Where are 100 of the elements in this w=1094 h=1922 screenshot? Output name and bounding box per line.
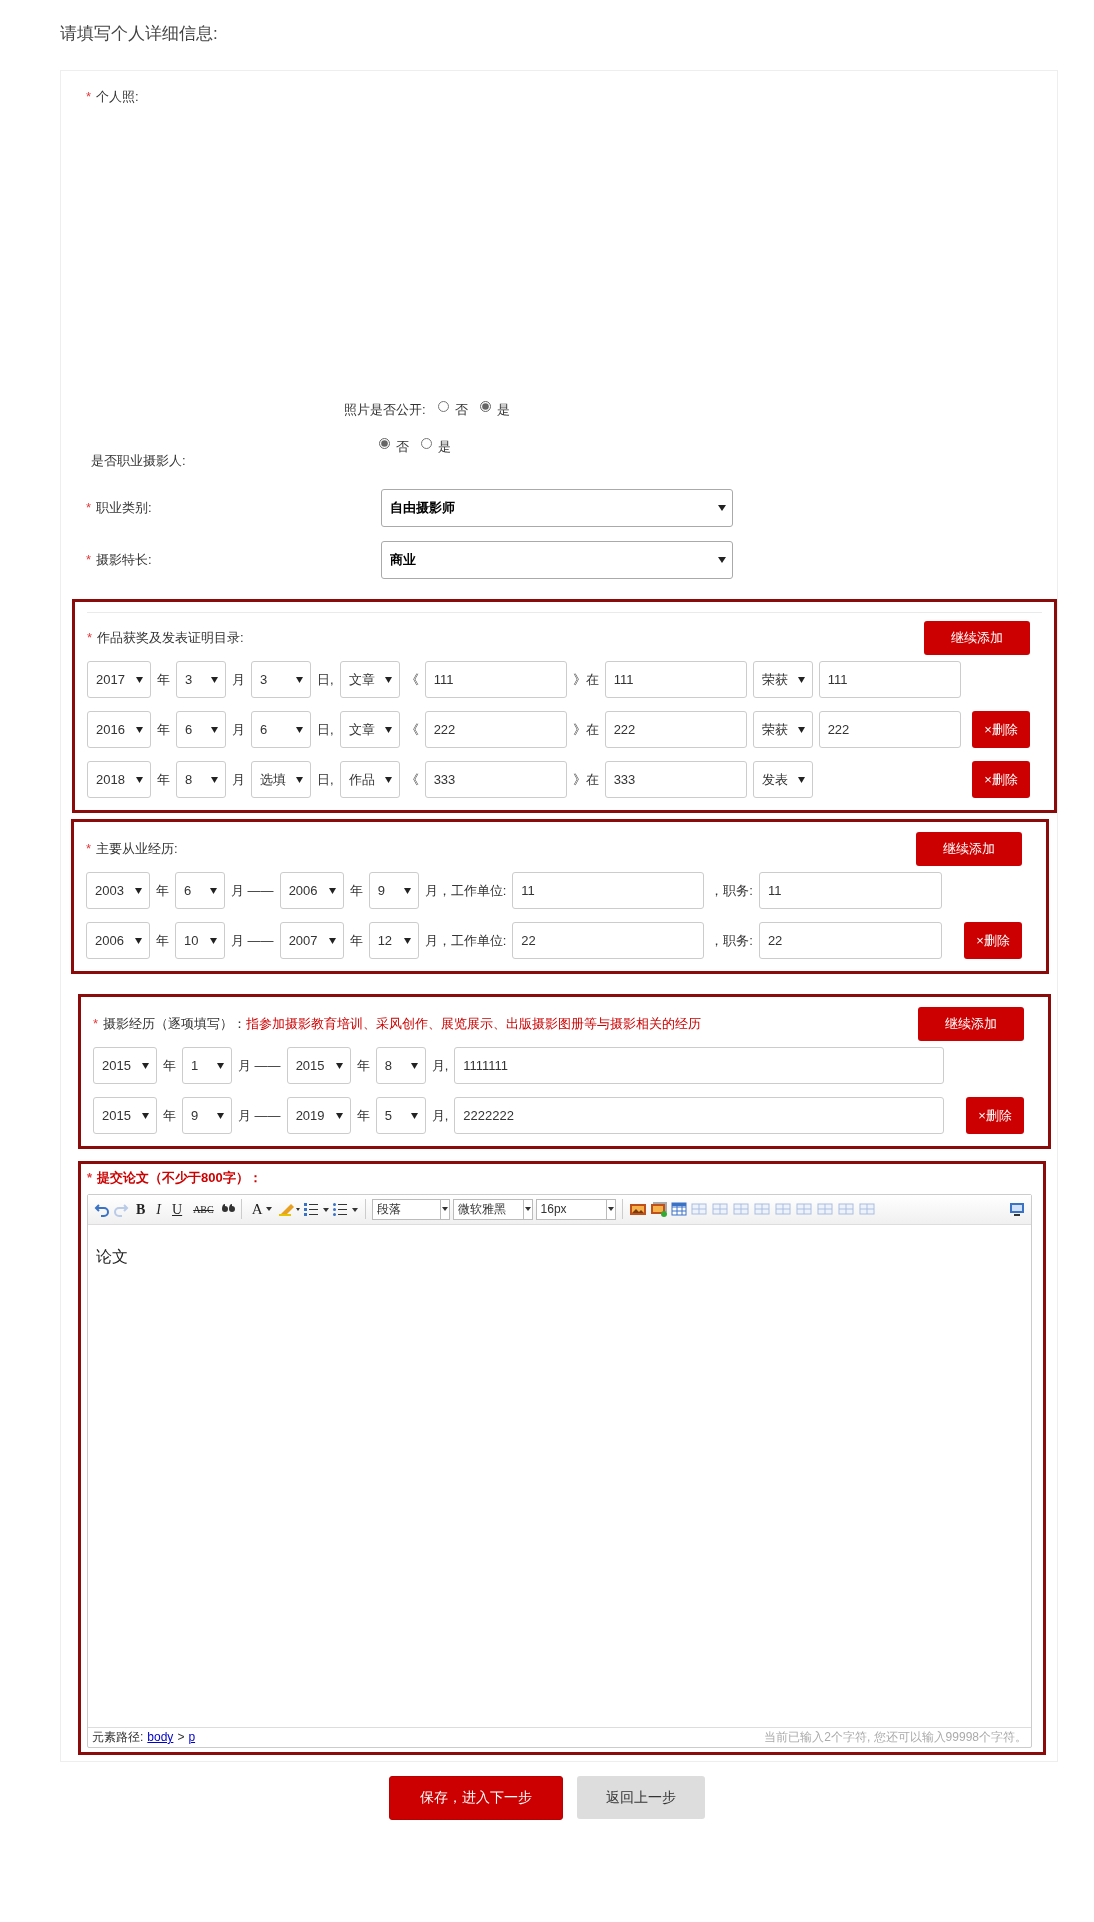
input-field[interactable]: 22 — [512, 922, 705, 959]
field-label: 年 — [157, 770, 170, 789]
format-button[interactable]: I — [152, 1198, 165, 1220]
dropdown[interactable]: 商业 — [381, 541, 733, 579]
delete-button[interactable]: ×删除 — [964, 922, 1022, 959]
add-button[interactable]: 继续添加 — [916, 832, 1022, 866]
field-label: 职业类别: — [96, 500, 152, 516]
field-label: 是否职业摄影人: — [91, 453, 186, 468]
required-asterisk: * — [86, 841, 92, 857]
input-field[interactable]: 1111111 — [454, 1047, 945, 1084]
add-button[interactable]: 继续添加 — [924, 621, 1030, 655]
radio-button[interactable] — [421, 438, 432, 450]
input-field[interactable]: 11 — [758, 872, 942, 909]
dropdown[interactable]: 8 — [176, 761, 226, 798]
format-button[interactable]: U — [168, 1198, 187, 1220]
required-asterisk: * — [86, 88, 92, 106]
dropdown[interactable]: 2007 — [279, 922, 344, 959]
dropdown[interactable]: 作品 — [339, 761, 400, 798]
bullet-list-icon[interactable] — [332, 1202, 359, 1216]
dropdown[interactable]: 8 — [375, 1047, 426, 1084]
toolbar-dropdown[interactable]: 16px — [535, 1198, 616, 1220]
dropdown[interactable]: 发表 — [752, 761, 813, 798]
character-counter: 当前已输入2个字符, 您还可以输入99998个字符。 — [764, 1729, 1027, 1746]
input-field[interactable]: 222 — [604, 711, 747, 748]
field-label: 》在 — [572, 770, 599, 789]
input-field[interactable]: 2222222 — [454, 1097, 945, 1134]
page-heading: 请填写个人详细信息: — [59, 23, 219, 45]
input-field[interactable]: 111 — [424, 661, 567, 698]
input-field[interactable]: 222 — [818, 711, 961, 748]
required-asterisk: * — [86, 552, 92, 568]
dropdown[interactable]: 选填 — [251, 761, 311, 798]
delete-button[interactable]: ×删除 — [966, 1097, 1024, 1134]
dropdown[interactable]: 1 — [182, 1047, 232, 1084]
dropdown[interactable]: 9 — [368, 872, 419, 909]
back-button[interactable]: 返回上一步 — [577, 1775, 705, 1819]
quote-icon[interactable] — [220, 1203, 235, 1215]
image-gallery-icon[interactable] — [649, 1201, 668, 1217]
input-field[interactable]: 111 — [818, 661, 961, 698]
input-field[interactable]: 333 — [424, 761, 567, 798]
dropdown[interactable]: 文章 — [339, 661, 400, 698]
radio-button[interactable] — [379, 438, 390, 450]
dropdown[interactable]: 2006 — [279, 872, 344, 909]
add-button[interactable]: 继续添加 — [918, 1007, 1024, 1041]
option-label: 是 — [496, 400, 510, 419]
dropdown[interactable]: 荣获 — [752, 661, 813, 698]
dropdown[interactable]: 10 — [175, 922, 225, 959]
dropdown[interactable]: 2018 — [87, 761, 151, 798]
dropdown[interactable]: 2019 — [286, 1097, 351, 1134]
field-label: ，职务: — [710, 881, 753, 900]
format-button[interactable]: B — [132, 1198, 150, 1220]
path-link[interactable]: body — [147, 1728, 174, 1746]
dropdown[interactable]: 2015 — [286, 1047, 351, 1084]
field-label: 月 —— — [238, 1106, 281, 1125]
image-icon[interactable] — [628, 1202, 647, 1216]
input-field[interactable]: 111 — [604, 661, 747, 698]
field-label: 月 —— — [238, 1056, 281, 1075]
numbered-list-icon[interactable] — [303, 1202, 330, 1216]
path-link[interactable]: p — [188, 1728, 196, 1746]
delete-button[interactable]: ×删除 — [972, 711, 1030, 748]
dropdown[interactable]: 5 — [375, 1097, 426, 1134]
undo-icon[interactable] — [94, 1201, 110, 1217]
dropdown[interactable]: 2003 — [86, 872, 150, 909]
dropdown[interactable]: 2017 — [87, 661, 151, 698]
field-label: 月 —— — [231, 881, 274, 900]
option-label: 是 — [438, 438, 451, 456]
preview-icon[interactable] — [1009, 1202, 1025, 1216]
dropdown[interactable]: 自由摄影师 — [381, 489, 733, 527]
dropdown[interactable]: 3 — [251, 661, 311, 698]
input-field[interactable]: 333 — [604, 761, 747, 798]
dropdown[interactable]: 6 — [176, 711, 226, 748]
input-field[interactable]: 11 — [512, 872, 705, 909]
field-label: 《 — [405, 770, 419, 789]
field-label: 日, — [317, 720, 334, 739]
required-asterisk: * — [93, 1016, 99, 1032]
dropdown[interactable]: 文章 — [339, 711, 400, 748]
dropdown[interactable]: 6 — [175, 872, 225, 909]
font-color-button[interactable]: A — [247, 1198, 276, 1220]
delete-button[interactable]: ×删除 — [972, 761, 1030, 798]
dropdown[interactable]: 2006 — [86, 922, 150, 959]
radio-button[interactable] — [437, 400, 449, 412]
dropdown[interactable]: 12 — [368, 922, 419, 959]
format-button[interactable]: ABC — [189, 1198, 218, 1220]
field-label: 年 — [163, 1106, 176, 1125]
dropdown[interactable]: 荣获 — [752, 711, 813, 748]
input-field[interactable]: 222 — [424, 711, 567, 748]
input-field[interactable]: 22 — [758, 922, 942, 959]
field-label: 年 — [157, 670, 170, 689]
save-button[interactable]: 保存，进入下一步 — [389, 1775, 563, 1820]
table-icon[interactable] — [670, 1202, 687, 1216]
dropdown[interactable]: 2015 — [93, 1047, 157, 1084]
radio-button[interactable] — [479, 400, 491, 412]
dropdown[interactable]: 9 — [182, 1097, 232, 1134]
field-label: 《 — [405, 720, 419, 739]
dropdown[interactable]: 2015 — [93, 1097, 157, 1134]
dropdown[interactable]: 2016 — [87, 711, 151, 748]
dropdown[interactable]: 3 — [176, 661, 226, 698]
toolbar-dropdown[interactable]: 段落 — [371, 1198, 450, 1220]
essay-text: 论文 — [96, 1246, 129, 1267]
dropdown[interactable]: 6 — [251, 711, 311, 748]
toolbar-dropdown[interactable]: 微软雅黑 — [452, 1198, 533, 1220]
